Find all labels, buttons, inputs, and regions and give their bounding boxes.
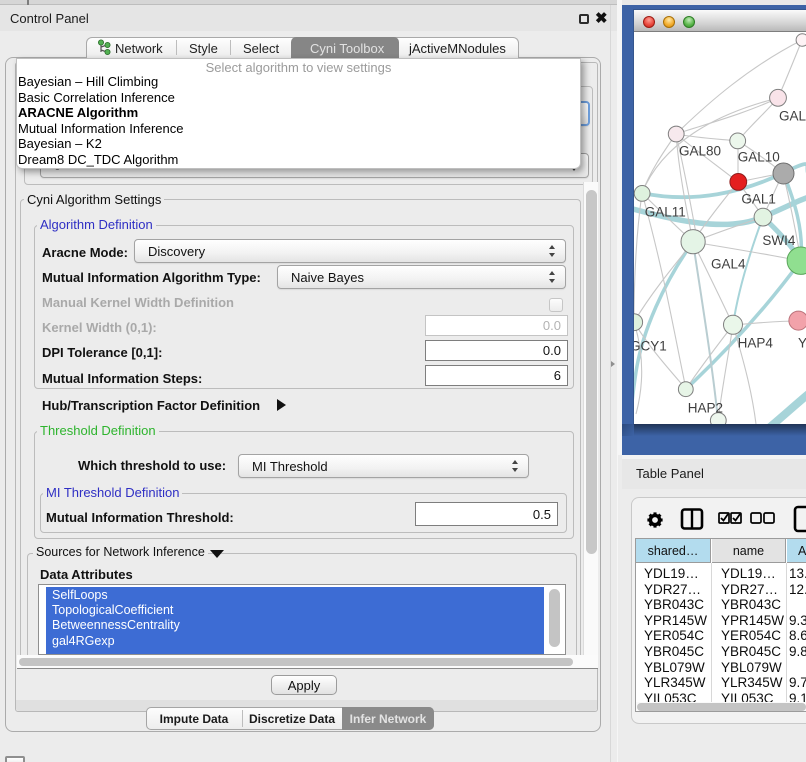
svg-text:SWI4: SWI4 — [762, 233, 795, 248]
svg-text:GAL4: GAL4 — [711, 257, 746, 272]
svg-text:GCY1: GCY1 — [634, 339, 667, 354]
svg-text:GAL1: GAL1 — [741, 192, 776, 207]
svg-text:GAL10: GAL10 — [738, 150, 780, 165]
svg-text:HAP4: HAP4 — [738, 336, 774, 351]
svg-text:GAL80: GAL80 — [679, 144, 721, 159]
svg-text:GAL11: GAL11 — [645, 205, 686, 220]
svg-text:Y: Y — [798, 336, 806, 351]
svg-text:GAL: GAL — [779, 109, 806, 124]
svg-text:HAP2: HAP2 — [688, 401, 723, 416]
